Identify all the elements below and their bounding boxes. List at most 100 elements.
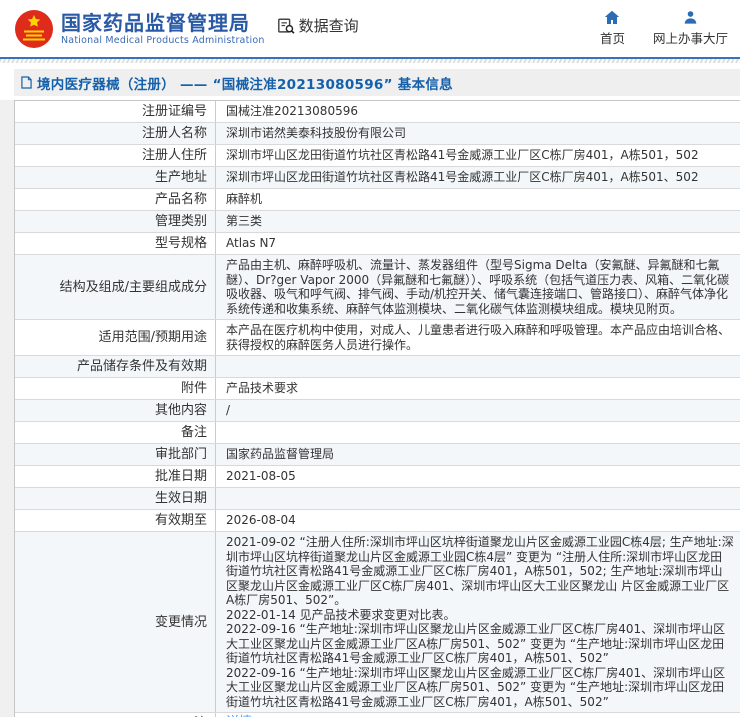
table-row: 附件 产品技术要求 bbox=[15, 378, 740, 400]
page: 国家药品监督管理局 National Medical Products Admi… bbox=[0, 0, 740, 717]
row-label-text: 附件 bbox=[181, 381, 207, 396]
row-label-text: 有效期至 bbox=[155, 513, 207, 528]
table-row: 注册证编号 国械注准20213080596 bbox=[15, 101, 740, 123]
row-value-cell: 2021-09-02 “注册人住所:深圳市坪山区坑梓街道聚龙山片区金威源工业园C… bbox=[216, 532, 740, 712]
row-label-text: 变更情况 bbox=[155, 615, 207, 630]
row-label: 附件 bbox=[15, 378, 216, 399]
table-row: 注册人住所深圳市坪山区龙田街道竹坑社区青松路41号金威源工业厂区C栋厂房401，… bbox=[15, 145, 740, 167]
row-label-text: 注册人名称 bbox=[142, 126, 207, 141]
row-label: 管理类别 bbox=[15, 211, 216, 232]
table-row: 生效日期 bbox=[15, 488, 740, 510]
table-row: 管理类别 第三类 bbox=[15, 211, 740, 233]
nav-service-hall[interactable]: 网上办事大厅 bbox=[653, 10, 728, 47]
row-value-cell bbox=[216, 422, 740, 443]
data-query-nav[interactable]: 数据查询 bbox=[277, 15, 359, 36]
nav-service-hall-label: 网上办事大厅 bbox=[653, 28, 728, 47]
table-row: 变更情况 2021-09-02 “注册人住所:深圳市坪山区坑梓街道聚龙山片区金威源… bbox=[15, 532, 740, 713]
row-value-cell bbox=[216, 356, 740, 377]
agency-name-en: National Medical Products Administration bbox=[61, 35, 265, 46]
table-row: 型号规格 Atlas N7 bbox=[15, 233, 740, 255]
row-value-cell: 2026-08-04 bbox=[216, 510, 740, 531]
row-label-text: 适用范围/预期用途 bbox=[99, 330, 207, 345]
row-label-text: 审批部门 bbox=[155, 447, 207, 462]
home-icon bbox=[604, 10, 620, 25]
row-value: 麻醉机 bbox=[226, 192, 262, 207]
page-title-bar: 境内医疗器械（注册） —— “国械注准20213080596” 基本信息 bbox=[14, 69, 740, 96]
top-nav: 首页 网上办事大厅 bbox=[600, 10, 732, 47]
row-label: 有效期至 bbox=[15, 510, 216, 531]
table-row: 其他内容 / bbox=[15, 400, 740, 422]
agency-name-block: 国家药品监督管理局 National Medical Products Admi… bbox=[61, 12, 265, 46]
row-value: 深圳市诺然美泰科技股份有限公司 bbox=[226, 126, 406, 141]
national-emblem-logo bbox=[14, 9, 54, 49]
row-label: 批准日期 bbox=[15, 466, 216, 487]
row-label: 变更情况 bbox=[15, 532, 216, 712]
row-label-text: 批准日期 bbox=[155, 469, 207, 484]
nav-home[interactable]: 首页 bbox=[600, 10, 625, 47]
row-value-cell: 深圳市坪山区龙田街道竹坑社区青松路41号金威源工业厂区C栋厂房401，A栋501… bbox=[216, 167, 740, 188]
row-label-text: 生产地址 bbox=[155, 170, 207, 185]
row-label-text: 产品储存条件及有效期 bbox=[77, 359, 207, 374]
row-label: 注册人名称 bbox=[15, 123, 216, 144]
table-row: 审批部门 国家药品监督管理局 bbox=[15, 444, 740, 466]
row-value-cell: 2021-08-05 bbox=[216, 466, 740, 487]
row-value: 国家药品监督管理局 bbox=[226, 447, 334, 462]
row-label-text: 产品名称 bbox=[155, 192, 207, 207]
content-area: 注册证编号 国械注准20213080596 注册人名称 深圳市诺然美泰科技股份有限公司… bbox=[0, 100, 740, 717]
data-query-label: 数据查询 bbox=[299, 15, 359, 36]
person-icon bbox=[683, 10, 698, 25]
row-value-cell: 麻醉机 bbox=[216, 189, 740, 210]
row-value-cell: 深圳市坪山区龙田街道竹坑社区青松路41号金威源工业厂区C栋厂房401，A栋501… bbox=[216, 145, 740, 166]
row-label: 结构及组成/主要组成成分 bbox=[15, 255, 216, 319]
row-value: 2026-08-04 bbox=[226, 513, 296, 528]
agency-name-zh: 国家药品监督管理局 bbox=[61, 12, 265, 34]
row-label: 产品储存条件及有效期 bbox=[15, 356, 216, 377]
row-label: 注册证编号 bbox=[15, 101, 216, 122]
row-label-text: 型号规格 bbox=[155, 236, 207, 251]
row-value: 国械注准20213080596 bbox=[226, 104, 358, 119]
row-value-cell: Atlas N7 bbox=[216, 233, 740, 254]
table-row: 产品储存条件及有效期 bbox=[15, 356, 740, 378]
row-value-cell: 国家药品监督管理局 bbox=[216, 444, 740, 465]
row-label: 注册人住所 bbox=[15, 145, 216, 166]
row-label-text: 生效日期 bbox=[155, 491, 207, 506]
row-value: Atlas N7 bbox=[226, 236, 276, 251]
row-label: 注 bbox=[15, 713, 216, 717]
row-value: 深圳市坪山区龙田街道竹坑社区青松路41号金威源工业厂区C栋厂房401，A栋501… bbox=[226, 170, 699, 185]
row-value-cell: 本产品在医疗机构中使用，对成人、儿童患者进行吸入麻醉和呼吸管理。本产品应由培训合… bbox=[216, 320, 740, 355]
page-title: 境内医疗器械（注册） —— “国械注准20213080596” 基本信息 bbox=[37, 73, 453, 93]
row-label-text: 其他内容 bbox=[155, 403, 207, 418]
row-label: 适用范围/预期用途 bbox=[15, 320, 216, 355]
row-value: 本产品在医疗机构中使用，对成人、儿童患者进行吸入麻醉和呼吸管理。本产品应由培训合… bbox=[226, 323, 734, 352]
row-value: 第三类 bbox=[226, 214, 262, 229]
row-value: / bbox=[226, 403, 230, 418]
row-label: 型号规格 bbox=[15, 233, 216, 254]
data-query-icon bbox=[277, 17, 295, 35]
row-label-text: 注册证编号 bbox=[142, 104, 207, 119]
row-value-cell: 产品技术要求 bbox=[216, 378, 740, 399]
nav-home-label: 首页 bbox=[600, 28, 625, 47]
table-row: 产品名称 麻醉机 bbox=[15, 189, 740, 211]
row-label: 备注 bbox=[15, 422, 216, 443]
row-value: 2021-08-05 bbox=[226, 469, 296, 484]
table-row: 备注 bbox=[15, 422, 740, 444]
row-value-cell: 详情 bbox=[216, 713, 740, 717]
row-value: 产品由主机、麻醉呼吸机、流量计、蒸发器组件（型号Sigma Delta（安氟醚、… bbox=[226, 258, 734, 316]
row-value-cell: 第三类 bbox=[216, 211, 740, 232]
table-row: 批准日期 2021-08-05 bbox=[15, 466, 740, 488]
row-value-cell: 国械注准20213080596 bbox=[216, 101, 740, 122]
row-label-text: 管理类别 bbox=[155, 214, 207, 229]
table-row: 适用范围/预期用途 本产品在医疗机构中使用，对成人、儿童患者进行吸入麻醉和呼吸管理… bbox=[15, 320, 740, 356]
row-value-cell: / bbox=[216, 400, 740, 421]
row-value-cell: 深圳市诺然美泰科技股份有限公司 bbox=[216, 123, 740, 144]
registration-info-table: 注册证编号 国械注准20213080596 注册人名称 深圳市诺然美泰科技股份有限公司… bbox=[14, 100, 740, 717]
row-label: 审批部门 bbox=[15, 444, 216, 465]
table-row: 生产地址 深圳市坪山区龙田街道竹坑社区青松路41号金威源工业厂区C栋厂房401，A… bbox=[15, 167, 740, 189]
row-label-text: 结构及组成/主要组成成分 bbox=[60, 280, 207, 295]
agency-brand[interactable]: 国家药品监督管理局 National Medical Products Admi… bbox=[14, 9, 265, 49]
table-row: 结构及组成/主要组成成分 产品由主机、麻醉呼吸机、流量计、蒸发器组件（型号Sigm… bbox=[15, 255, 740, 320]
table-row: 注册人名称 深圳市诺然美泰科技股份有限公司 bbox=[15, 123, 740, 145]
row-label-text: 备注 bbox=[181, 425, 207, 440]
row-value: 产品技术要求 bbox=[226, 381, 298, 396]
row-label-text: 注册人住所 bbox=[142, 148, 207, 163]
